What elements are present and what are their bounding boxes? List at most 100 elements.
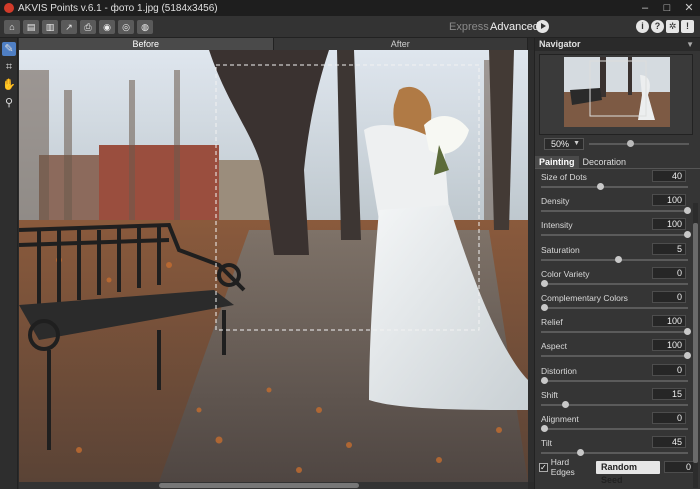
hand-icon[interactable]: ✋: [2, 78, 16, 92]
open-file-icon[interactable]: ▤: [23, 19, 39, 34]
param-value-field[interactable]: 100: [652, 315, 686, 328]
batch-icon[interactable]: ◉: [99, 19, 115, 34]
navigator-header: Navigator ▼: [535, 38, 700, 51]
panel-scroll-thumb[interactable]: [693, 223, 698, 463]
param-slider-track[interactable]: [541, 427, 688, 430]
param-slider-knob[interactable]: [684, 207, 691, 215]
print-icon[interactable]: ⎙: [80, 19, 96, 34]
settings-tabs: Painting Decoration: [535, 156, 700, 169]
home-icon[interactable]: ⌂: [4, 19, 20, 34]
zoom-value: 50%: [551, 139, 570, 149]
param-label: Density: [541, 196, 570, 207]
param-slider-knob[interactable]: [684, 328, 691, 336]
navigator-title: Navigator: [539, 39, 581, 49]
param-value-field[interactable]: 5: [652, 242, 686, 255]
param-value-field[interactable]: 45: [652, 436, 686, 449]
random-seed-button[interactable]: Random Seed: [596, 460, 660, 485]
info-icon[interactable]: i: [636, 20, 649, 33]
param-slider-knob[interactable]: [615, 255, 623, 263]
tab-after[interactable]: After: [274, 38, 528, 50]
presets-icon[interactable]: ◎: [118, 19, 134, 34]
param-slider-track[interactable]: [541, 306, 688, 309]
param-distortion: Distortion 0: [539, 363, 696, 387]
param-slider-knob[interactable]: [576, 449, 584, 457]
param-slider-knob[interactable]: [596, 183, 604, 190]
notifications-icon[interactable]: !: [681, 20, 694, 33]
app-logo-icon: [4, 3, 14, 13]
zoom-select[interactable]: 50% ▼: [544, 138, 584, 150]
window-title: AKVIS Points v.6.1 - фото 1.jpg (5184x34…: [18, 2, 218, 14]
param-label: Alignment: [541, 413, 579, 424]
view-tabs: Before After: [19, 38, 528, 50]
zoom-slider-track[interactable]: [589, 143, 689, 145]
param-slider-track[interactable]: [541, 234, 688, 237]
hard-edges-checkbox[interactable]: ✓: [539, 462, 548, 472]
param-slider-track[interactable]: [541, 282, 688, 285]
param-slider-track[interactable]: [541, 210, 688, 213]
chevron-down-icon: ▼: [573, 140, 580, 147]
param-slider-knob[interactable]: [684, 352, 691, 360]
preferences-icon[interactable]: ◍: [137, 19, 153, 34]
param-value-field[interactable]: 100: [652, 339, 686, 352]
param-value-field[interactable]: 40: [652, 170, 686, 182]
zoom-row: 50% ▼: [539, 138, 696, 152]
param-tilt: Tilt 45: [539, 435, 696, 459]
title-bar: AKVIS Points v.6.1 - фото 1.jpg (5184x34…: [0, 0, 700, 16]
help-icon[interactable]: ?: [651, 20, 664, 33]
param-slider-knob[interactable]: [541, 376, 548, 384]
zoom-slider-knob[interactable]: [627, 140, 634, 147]
param-slider-track[interactable]: [541, 331, 688, 334]
main-toolbar: ⌂ ▤ ▥ ↗ ⎙ ◉ ◎ ◍ Express Advanced i ? ✲ !: [0, 16, 700, 38]
param-slider-knob[interactable]: [541, 424, 548, 432]
param-slider-track[interactable]: [541, 379, 688, 382]
tab-painting[interactable]: Painting: [535, 156, 579, 168]
run-play-icon[interactable]: [536, 20, 549, 33]
param-slider-knob[interactable]: [562, 400, 570, 408]
param-intensity: Intensity 100: [539, 217, 696, 241]
param-density: Density 100: [539, 193, 696, 217]
param-slider-knob[interactable]: [684, 231, 691, 239]
param-label: Intensity: [541, 220, 573, 231]
param-slider-track[interactable]: [541, 452, 688, 455]
param-label: Aspect: [541, 341, 567, 352]
gear-icon[interactable]: ✲: [666, 20, 679, 33]
collapse-icon[interactable]: ▼: [686, 38, 694, 51]
horizontal-scrollbar[interactable]: [19, 482, 528, 489]
mode-express[interactable]: Express: [449, 16, 489, 38]
image-canvas[interactable]: [19, 50, 528, 482]
zoom-icon[interactable]: ⚲: [2, 96, 16, 110]
panel-scrollbar[interactable]: [693, 203, 698, 488]
share-icon[interactable]: ↗: [61, 19, 77, 34]
param-value-field[interactable]: 100: [652, 218, 686, 231]
param-label: Relief: [541, 317, 563, 328]
param-value-field[interactable]: 0: [652, 290, 686, 303]
param-value-field[interactable]: 100: [652, 194, 686, 207]
painting-parameters: Size of Dots 40 Density 100 Intensity 100 Satu…: [535, 169, 700, 459]
param-label: Saturation: [541, 244, 580, 255]
crop-icon[interactable]: ⌗: [2, 60, 16, 74]
param-slider-track[interactable]: [541, 355, 688, 358]
close-icon[interactable]: ✕: [678, 0, 700, 16]
hard-edges-label: Hard Edges: [550, 457, 575, 477]
tab-decoration[interactable]: Decoration: [579, 156, 631, 168]
param-value-field[interactable]: 15: [652, 387, 686, 400]
param-label: Tilt: [541, 438, 553, 449]
param-label: Complementary Colors: [541, 292, 628, 303]
param-slider-track[interactable]: [541, 186, 688, 188]
param-label: Size of Dots: [541, 172, 587, 182]
random-seed-field[interactable]: 0: [663, 461, 695, 473]
param-size-of-dots: Size of Dots 40: [539, 169, 696, 193]
maximize-icon[interactable]: □: [656, 0, 678, 16]
mode-advanced[interactable]: Advanced: [490, 16, 539, 38]
param-value-field[interactable]: 0: [652, 266, 686, 279]
param-slider-knob[interactable]: [541, 279, 548, 287]
param-value-field[interactable]: 0: [652, 363, 686, 376]
tab-before[interactable]: Before: [19, 38, 274, 50]
horizontal-scroll-thumb[interactable]: [159, 483, 359, 488]
navigator-preview[interactable]: [539, 54, 693, 135]
minimize-icon[interactable]: –: [634, 0, 656, 16]
param-value-field[interactable]: 0: [652, 411, 686, 424]
param-slider-knob[interactable]: [541, 303, 548, 311]
save-file-icon[interactable]: ▥: [42, 19, 58, 34]
brush-icon[interactable]: ✎: [2, 42, 16, 56]
